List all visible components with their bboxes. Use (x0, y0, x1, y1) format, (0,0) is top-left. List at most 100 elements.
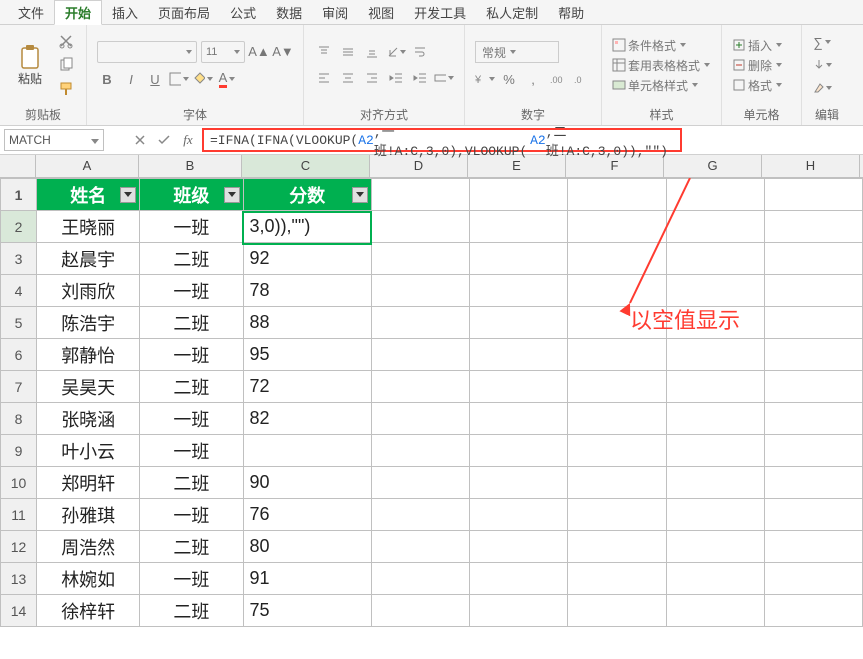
cell-C11[interactable]: 76 (243, 499, 371, 531)
cell-D5[interactable] (371, 307, 469, 339)
row-header-6[interactable]: 6 (1, 339, 37, 371)
cell-H13[interactable] (764, 563, 862, 595)
cell-E10[interactable] (470, 467, 568, 499)
cancel-formula-button[interactable] (128, 128, 152, 152)
cell-D2[interactable] (371, 211, 469, 243)
col-header-G[interactable]: G (664, 155, 762, 177)
cell-D14[interactable] (371, 595, 469, 627)
delete-cells-button[interactable]: 删除 (732, 57, 782, 74)
cell-C4[interactable]: 78 (243, 275, 371, 307)
fx-label[interactable]: fx (176, 132, 200, 148)
cell-D8[interactable] (371, 403, 469, 435)
cell-B10[interactable]: 二班 (140, 467, 243, 499)
cell-E13[interactable] (470, 563, 568, 595)
align-right-icon[interactable] (362, 68, 382, 88)
cell-E6[interactable] (470, 339, 568, 371)
fill-color-icon[interactable] (193, 69, 213, 89)
sheet-area[interactable]: 1 姓名 班级 分数 2王晓丽一班3,0)),"")3赵晨宇二班924刘雨欣一班… (0, 178, 863, 659)
cell-F3[interactable] (568, 243, 666, 275)
menu-data[interactable]: 数据 (266, 1, 312, 24)
cell-A6[interactable]: 郭静怡 (37, 339, 140, 371)
align-top-icon[interactable] (314, 42, 334, 62)
cell-H3[interactable] (764, 243, 862, 275)
italic-icon[interactable]: I (121, 69, 141, 89)
conditional-format-button[interactable]: 条件格式 (612, 37, 686, 54)
cell-E2[interactable] (470, 211, 568, 243)
cell-A10[interactable]: 郑明轩 (37, 467, 140, 499)
cell-H5[interactable] (764, 307, 862, 339)
cell-D12[interactable] (371, 531, 469, 563)
row-header-1[interactable]: 1 (1, 179, 37, 211)
cell-C3[interactable]: 92 (243, 243, 371, 275)
cell-F7[interactable] (568, 371, 666, 403)
cell-C13[interactable]: 91 (243, 563, 371, 595)
format-cells-button[interactable]: 格式 (732, 77, 782, 94)
cell-B11[interactable]: 一班 (140, 499, 243, 531)
cell-F14[interactable] (568, 595, 666, 627)
col-header-H[interactable]: H (762, 155, 860, 177)
format-painter-icon[interactable] (56, 79, 76, 99)
select-all-corner[interactable] (0, 155, 36, 177)
name-box[interactable]: MATCH (4, 129, 104, 151)
formula-input[interactable]: =IFNA(IFNA(VLOOKUP(A2,一班!A:C,3,0),VLOOKU… (202, 128, 682, 152)
menu-pagelayout[interactable]: 页面布局 (148, 1, 220, 24)
cell-C7[interactable]: 72 (243, 371, 371, 403)
cell-F6[interactable] (568, 339, 666, 371)
cell-B9[interactable]: 一班 (140, 435, 243, 467)
cell-B14[interactable]: 二班 (140, 595, 243, 627)
cell-B12[interactable]: 二班 (140, 531, 243, 563)
row-header-10[interactable]: 10 (1, 467, 37, 499)
cell-E7[interactable] (470, 371, 568, 403)
cell-G7[interactable] (666, 371, 764, 403)
filter-icon[interactable] (120, 187, 136, 203)
row-header-3[interactable]: 3 (1, 243, 37, 275)
cell-H10[interactable] (764, 467, 862, 499)
cell-H11[interactable] (764, 499, 862, 531)
row-header-11[interactable]: 11 (1, 499, 37, 531)
cell-A2[interactable]: 王晓丽 (37, 211, 140, 243)
cell-G10[interactable] (666, 467, 764, 499)
cell-A12[interactable]: 周浩然 (37, 531, 140, 563)
cell-C2[interactable]: 3,0)),"") (243, 211, 371, 243)
row-header-7[interactable]: 7 (1, 371, 37, 403)
row-header-12[interactable]: 12 (1, 531, 37, 563)
menu-help[interactable]: 帮助 (548, 1, 594, 24)
cell-C5[interactable]: 88 (243, 307, 371, 339)
decrease-font-icon[interactable]: A▼ (273, 41, 293, 61)
cell-B3[interactable]: 二班 (140, 243, 243, 275)
cell-B7[interactable]: 二班 (140, 371, 243, 403)
menu-formulas[interactable]: 公式 (220, 1, 266, 24)
cell-D3[interactable] (371, 243, 469, 275)
merge-icon[interactable] (434, 68, 454, 88)
align-bottom-icon[interactable] (362, 42, 382, 62)
cell-G11[interactable] (666, 499, 764, 531)
font-size-dropdown[interactable]: 11 (201, 41, 245, 63)
menu-review[interactable]: 审阅 (312, 1, 358, 24)
increase-indent-icon[interactable] (410, 68, 430, 88)
number-format-dropdown[interactable]: 常规 (475, 41, 559, 63)
align-center-icon[interactable] (338, 68, 358, 88)
col-header-C[interactable]: C (242, 155, 370, 177)
cell-B8[interactable]: 一班 (140, 403, 243, 435)
cell-G12[interactable] (666, 531, 764, 563)
cell-B6[interactable]: 一班 (140, 339, 243, 371)
cell-G6[interactable] (666, 339, 764, 371)
cell-D11[interactable] (371, 499, 469, 531)
cell-H6[interactable] (764, 339, 862, 371)
cell-F13[interactable] (568, 563, 666, 595)
border-icon[interactable] (169, 69, 189, 89)
menu-developer[interactable]: 开发工具 (404, 1, 476, 24)
table-header-class[interactable]: 班级 (140, 179, 243, 211)
cell-D10[interactable] (371, 467, 469, 499)
menu-insert[interactable]: 插入 (102, 1, 148, 24)
menu-file[interactable]: 文件 (8, 1, 54, 24)
cell-E8[interactable] (470, 403, 568, 435)
cell-H2[interactable] (764, 211, 862, 243)
filter-icon[interactable] (224, 187, 240, 203)
cell-G8[interactable] (666, 403, 764, 435)
table-header-name[interactable]: 姓名 (37, 179, 140, 211)
menu-view[interactable]: 视图 (358, 1, 404, 24)
filter-icon[interactable] (352, 187, 368, 203)
cell-E3[interactable] (470, 243, 568, 275)
row-header-8[interactable]: 8 (1, 403, 37, 435)
